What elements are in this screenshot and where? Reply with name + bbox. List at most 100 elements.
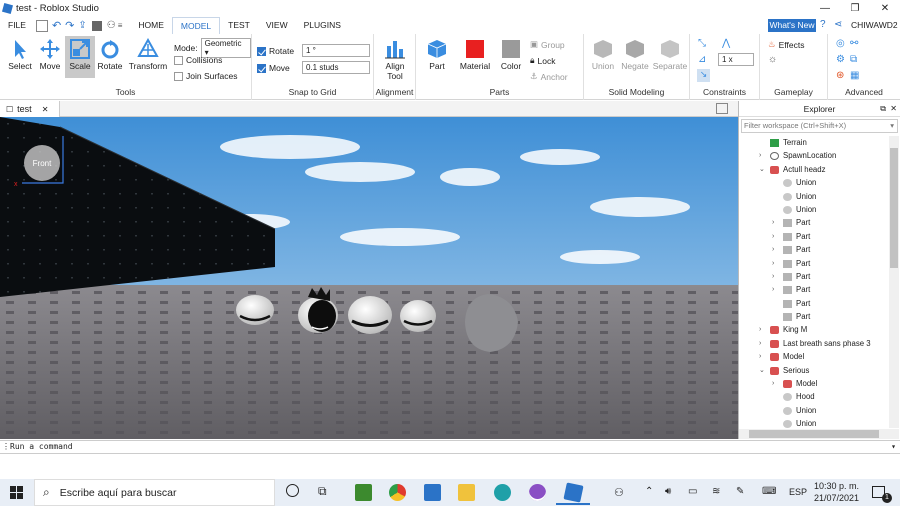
collapse-arrow-icon[interactable]: ⌄ xyxy=(759,364,765,377)
command-bar[interactable]: ⋮ Run a command ▾ xyxy=(0,440,900,454)
share-icon[interactable]: ⋖ xyxy=(834,19,842,30)
edge-icon[interactable] xyxy=(494,484,511,501)
language-indicator[interactable]: ESP xyxy=(789,487,807,497)
mail-icon[interactable] xyxy=(424,484,441,501)
team-icon[interactable]: ⚇ xyxy=(107,20,116,31)
minecraft-icon[interactable] xyxy=(355,484,372,501)
snap-rotate-option[interactable]: Rotate xyxy=(257,46,294,56)
hierarchy-icon[interactable]: ⚯ xyxy=(850,38,858,49)
taskbar-search-box[interactable]: ⌕ Escribe aquí para buscar xyxy=(34,479,275,506)
explorer-item[interactable]: Part xyxy=(739,310,889,323)
target-icon[interactable]: ◎ xyxy=(836,38,845,49)
tab-home[interactable]: HOME xyxy=(130,17,172,34)
union-button[interactable]: Union xyxy=(588,36,618,78)
select-tool[interactable]: Select xyxy=(5,36,35,78)
collisions-checkbox[interactable] xyxy=(174,55,183,65)
people-icon[interactable]: ⚇ xyxy=(614,486,624,499)
explorer-item[interactable]: › Part xyxy=(739,257,889,270)
doc-tab-test[interactable]: ☐ test ✕ xyxy=(0,101,60,117)
join-surfaces-checkbox[interactable] xyxy=(174,71,183,81)
move-increment-input[interactable]: 0.1 studs xyxy=(302,61,370,74)
filter-dropdown-icon[interactable]: ▾ xyxy=(890,120,894,132)
group-button[interactable]: ▣ Group xyxy=(530,39,565,50)
transform-tool[interactable]: Transform xyxy=(128,36,168,78)
explorer-item[interactable]: Union xyxy=(739,203,889,216)
redo-icon[interactable]: ↷ xyxy=(65,19,74,32)
keyboard-icon[interactable]: ⌨ xyxy=(762,486,776,497)
run-script-icon[interactable]: ⊛ xyxy=(836,70,844,81)
head-character-1[interactable] xyxy=(236,295,274,325)
color-button[interactable]: Color xyxy=(496,36,526,78)
scripting-icon[interactable]: ⧉ xyxy=(850,54,857,65)
explorer-item[interactable]: Part xyxy=(739,297,889,310)
explorer-close-icon[interactable]: ✕ xyxy=(890,101,897,117)
lock-button[interactable]: 🔒︎ Lock xyxy=(530,55,556,66)
separate-button[interactable]: Separate xyxy=(652,36,688,78)
constraint-count-input[interactable]: 1 x xyxy=(718,53,754,66)
clock-time[interactable]: 10:30 p. m. xyxy=(814,481,859,491)
expand-arrow-icon[interactable]: › xyxy=(759,323,761,336)
tray-chevron-icon[interactable]: ⌃ xyxy=(645,486,653,497)
stop-icon[interactable] xyxy=(91,20,102,31)
tab-view[interactable]: VIEW xyxy=(258,17,296,34)
anchor-button[interactable]: ⚓︎ Anchor xyxy=(530,71,568,82)
viewport-toggle-icon[interactable] xyxy=(716,103,728,114)
explorer-item[interactable]: › Model xyxy=(739,377,889,390)
wifi-icon[interactable]: ≋ xyxy=(712,486,720,497)
undo-icon[interactable]: ↶ xyxy=(52,19,61,32)
tab-model[interactable]: MODEL xyxy=(171,17,221,34)
attachment-icon[interactable]: ⤡ xyxy=(698,38,706,49)
roblox-studio-taskbar-icon[interactable] xyxy=(563,482,584,503)
settings-icon[interactable]: ☼ xyxy=(768,54,777,65)
constraint-details-icon[interactable]: ↘ xyxy=(697,69,710,82)
expand-arrow-icon[interactable]: › xyxy=(772,243,774,256)
new-file-icon[interactable] xyxy=(35,19,48,32)
network-icon[interactable]: ⚙ xyxy=(836,54,845,65)
restore-button[interactable]: ❐ xyxy=(840,0,870,17)
collisions-option[interactable]: Collisions xyxy=(174,55,222,65)
explorer-item[interactable]: › Last breath sans phase 3 xyxy=(739,337,889,350)
explorer-item[interactable]: Union xyxy=(739,190,889,203)
explorer-item[interactable]: › Part xyxy=(739,216,889,229)
explorer-item[interactable]: › King M xyxy=(739,323,889,336)
expand-arrow-icon[interactable]: › xyxy=(772,230,774,243)
explorer-filter-input[interactable]: Filter workspace (Ctrl+Shift+X) ▾ xyxy=(741,119,898,133)
move-tool[interactable]: Move xyxy=(35,36,65,78)
vertical-scroll-thumb[interactable] xyxy=(890,148,898,268)
explorer-item[interactable]: ⌄ Actull headz xyxy=(739,163,889,176)
explorer-item[interactable]: › Part xyxy=(739,230,889,243)
snap-move-option[interactable]: Move xyxy=(257,63,290,73)
close-tab-icon[interactable]: ✕ xyxy=(42,105,49,114)
effects-button[interactable]: ♨ Effects xyxy=(768,39,804,50)
weld-icon[interactable]: ⊿ xyxy=(698,54,706,65)
file-explorer-icon[interactable] xyxy=(458,484,475,501)
minimize-button[interactable]: — xyxy=(810,0,840,17)
task-view-icon[interactable]: ⧉ xyxy=(318,484,327,499)
scene-canvas[interactable]: Front x xyxy=(0,117,738,439)
explorer-float-icon[interactable]: ⧉ xyxy=(880,101,886,117)
pen-icon[interactable]: ✎ xyxy=(736,486,744,497)
whats-new-button[interactable]: What's New xyxy=(768,19,816,32)
explorer-item[interactable]: › Part xyxy=(739,243,889,256)
expand-arrow-icon[interactable]: › xyxy=(772,377,774,390)
expand-arrow-icon[interactable]: › xyxy=(772,257,774,270)
expand-arrow-icon[interactable]: › xyxy=(759,337,761,350)
explorer-item[interactable]: Terrain xyxy=(739,136,889,149)
explorer-vertical-scrollbar[interactable] xyxy=(889,136,899,428)
3d-viewport[interactable]: Front x xyxy=(0,117,738,439)
part-button[interactable]: Part xyxy=(422,36,452,78)
expand-arrow-icon[interactable]: › xyxy=(772,283,774,296)
expand-arrow-icon[interactable]: › xyxy=(772,216,774,229)
explorer-item[interactable]: › Part xyxy=(739,270,889,283)
cortana-icon[interactable] xyxy=(286,484,299,497)
user-name[interactable]: CHIWAWD2 xyxy=(851,20,898,30)
discord-app-icon[interactable] xyxy=(529,484,546,501)
negate-button[interactable]: Negate xyxy=(619,36,651,78)
tab-plugins[interactable]: PLUGINS xyxy=(296,17,349,34)
head-character-3[interactable] xyxy=(348,296,392,334)
explorer-item[interactable]: ⌄ Serious xyxy=(739,364,889,377)
snap-rotate-checkbox[interactable] xyxy=(257,46,266,56)
help-icon[interactable]: ? xyxy=(820,19,826,30)
battery-icon[interactable]: ▭ xyxy=(688,486,697,497)
align-tool-button[interactable]: Align Tool xyxy=(377,36,413,81)
